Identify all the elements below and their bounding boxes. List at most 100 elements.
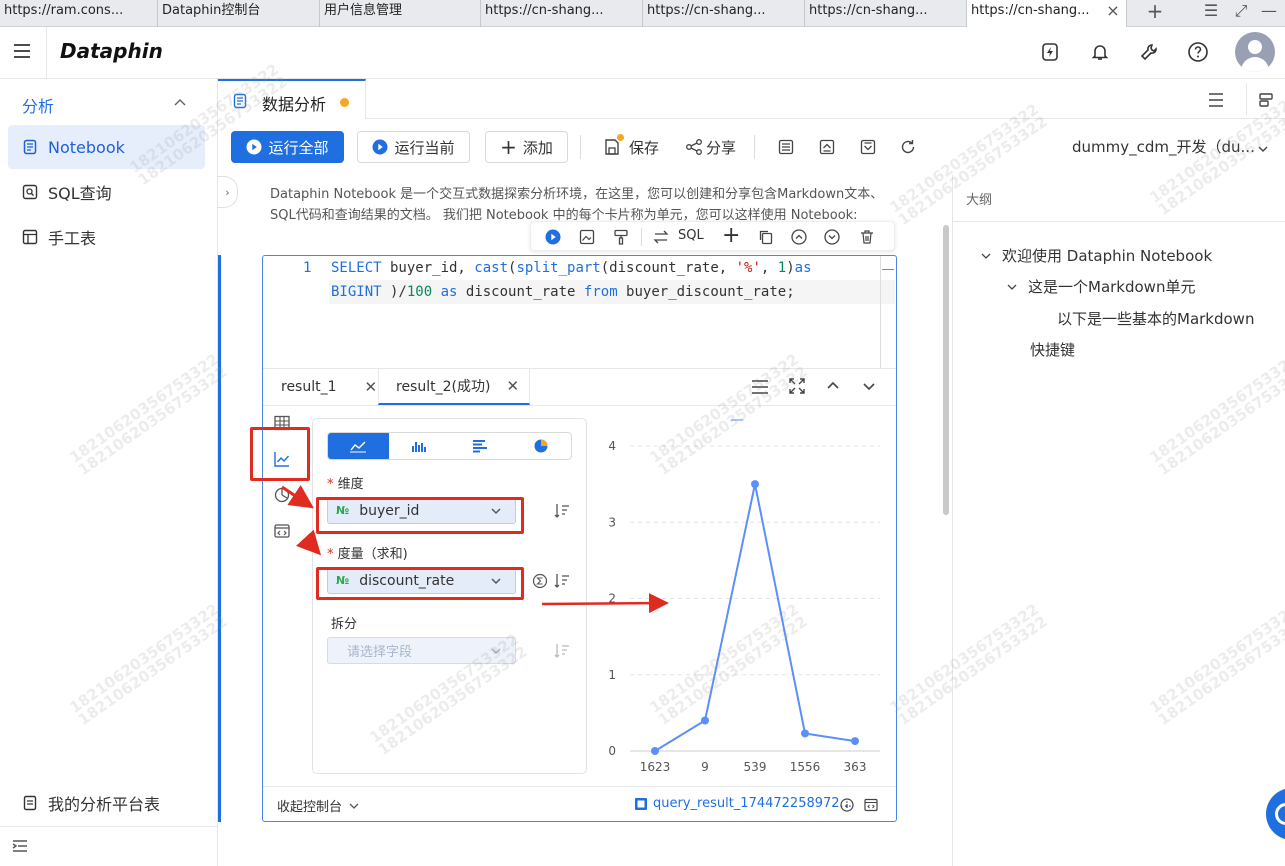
menu-icon[interactable] [750, 378, 770, 396]
layout-icon[interactable] [1256, 91, 1276, 109]
query-result-link[interactable]: query_result_174472258972... [634, 796, 852, 811]
play-icon [246, 139, 262, 155]
scrollbar[interactable] [943, 225, 949, 515]
list-view-icon[interactable] [775, 136, 797, 158]
sidebar-item-sql-query[interactable]: SQL查询 [8, 170, 205, 214]
split-field-select[interactable]: 请选择字段 [327, 637, 516, 664]
hamburger-menu-icon[interactable] [10, 39, 34, 63]
copy-icon[interactable] [757, 228, 775, 246]
sidebar-item-notebook[interactable]: Notebook [8, 125, 205, 169]
new-tab-icon[interactable]: + [1143, 0, 1167, 26]
run-current-label: 运行当前 [394, 138, 455, 157]
add-cell-icon[interactable]: + [722, 225, 740, 247]
sort-icon[interactable] [553, 572, 571, 590]
expand-panel-icon[interactable]: › [218, 176, 238, 208]
code-view-icon[interactable] [273, 522, 291, 540]
run-all-button[interactable]: 运行全部 [231, 131, 344, 163]
share-button[interactable]: 分享 [685, 136, 736, 158]
browser-tab[interactable]: Dataphin控制台 [158, 0, 320, 27]
cell-type-label[interactable]: SQL [678, 228, 704, 243]
split-label: 拆分 [331, 617, 358, 632]
pie-chart-view-icon[interactable] [273, 486, 291, 504]
expand-all-icon[interactable] [857, 136, 879, 158]
code-line[interactable]: BIGINT )/100 as discount_rate from buyer… [331, 280, 795, 304]
format-brush-icon[interactable] [612, 228, 630, 246]
data-point [651, 747, 659, 755]
run-cell-icon[interactable] [544, 228, 562, 246]
tab-data-analysis[interactable]: 数据分析 [218, 79, 366, 119]
sidebar: 分析 Notebook SQL查询 手工表 我的分析平台表 [0, 79, 218, 866]
image-icon[interactable] [578, 228, 596, 246]
run-current-button[interactable]: 运行当前 [357, 131, 470, 163]
code-icon[interactable] [864, 797, 878, 812]
collapse-sidebar-icon[interactable] [11, 837, 29, 855]
unsaved-dot [340, 98, 349, 107]
move-up-icon[interactable] [790, 228, 808, 246]
y-tick-label: 3 [608, 515, 616, 529]
browser-tab[interactable]: https://cn-shang... [481, 0, 643, 27]
avatar[interactable] [1235, 32, 1275, 72]
lightning-icon[interactable] [1035, 37, 1065, 67]
save-button[interactable]: 保存 [603, 134, 659, 158]
y-tick-label: 2 [608, 592, 616, 606]
move-down-icon[interactable] [823, 228, 841, 246]
environment-select[interactable]: dummy_cdm_开发（du... [1072, 136, 1255, 157]
outline-item[interactable]: 以下是一些基本的Markdown [1057, 308, 1254, 329]
help-icon[interactable] [1183, 37, 1213, 67]
browser-tab[interactable]: 用户信息管理 [320, 0, 481, 27]
add-button[interactable]: + 添加 [485, 131, 568, 163]
y-tick-label: 4 [608, 439, 616, 453]
collapse-console-button[interactable]: 收起控制台 [277, 796, 360, 815]
chevron-down-icon[interactable] [861, 378, 877, 394]
browser-tab[interactable]: https://ram.cons... [0, 0, 158, 27]
pie-chart-type-button[interactable] [510, 433, 571, 459]
browser-tab[interactable]: https://cn-shang... [805, 0, 967, 27]
notebook-icon [22, 139, 38, 155]
sidebar-item-manual-table[interactable]: 手工表 [8, 215, 205, 259]
fullscreen-icon[interactable] [788, 377, 806, 395]
outline-item[interactable]: 欢迎使用 Dataphin Notebook [980, 245, 1212, 266]
info-icon[interactable] [840, 797, 854, 812]
data-point [851, 737, 859, 746]
convert-icon[interactable] [652, 228, 670, 246]
horizontal-bar-chart-type-button[interactable] [450, 433, 511, 459]
minimize-icon[interactable]: — [1258, 0, 1280, 26]
chevron-up-icon[interactable] [825, 378, 841, 394]
outline-item[interactable]: 这是一个Markdown单元 [1006, 276, 1195, 297]
assistant-icon [1275, 803, 1285, 825]
bar-chart-type-button[interactable] [389, 433, 450, 459]
refresh-icon[interactable] [897, 136, 919, 158]
sidebar-item-my-tables[interactable]: 我的分析平台表 [8, 781, 205, 825]
collapse-all-icon[interactable] [816, 136, 838, 158]
notebook-toolbar: 运行全部 运行当前 + 添加 保存 分享 dummy_cdm_开发（du... [218, 119, 1285, 175]
document-tab-strip: 数据分析 [218, 79, 1285, 119]
tab-result-1[interactable]: result_1 ✕ [281, 369, 377, 405]
outline-item[interactable]: 快捷键 [1030, 339, 1075, 360]
result-table-icon [634, 797, 648, 811]
close-icon[interactable]: ✕ [365, 378, 378, 396]
dataphin-logo[interactable]: Dataphin [60, 39, 163, 63]
sidebar-item-label: SQL查询 [48, 184, 112, 203]
share-label: 分享 [706, 138, 737, 157]
tab-result-2[interactable]: result_2(成功) ✕ [378, 369, 530, 405]
chevron-up-icon[interactable] [172, 95, 188, 111]
delete-icon[interactable] [858, 228, 876, 246]
list-menu-icon[interactable] [1206, 91, 1226, 109]
cell-toolbar: SQL + [530, 221, 895, 251]
close-tab-icon[interactable]: × [1103, 0, 1123, 26]
chevron-down-icon[interactable] [1256, 141, 1270, 155]
line-chart-type-button[interactable] [328, 433, 389, 459]
menu-icon[interactable]: ☰ [1200, 0, 1222, 26]
result-tabs: result_1 ✕ result_2(成功) ✕ [263, 369, 896, 406]
outline-item-label: 欢迎使用 Dataphin Notebook [1002, 247, 1213, 265]
browser-tab[interactable]: https://cn-shang... [643, 0, 805, 27]
wrench-icon[interactable] [1134, 37, 1164, 67]
series-line [654, 483, 856, 752]
sort-icon[interactable] [553, 502, 571, 520]
code-line[interactable]: SELECT buyer_id, cast(split_part(discoun… [331, 256, 812, 280]
close-icon[interactable]: ✕ [506, 377, 519, 395]
notebook-icon [232, 93, 248, 109]
expand-icon[interactable]: ⤢ [1230, 0, 1252, 26]
aggregate-sigma-icon[interactable] [532, 573, 548, 589]
bell-icon[interactable] [1085, 37, 1115, 67]
